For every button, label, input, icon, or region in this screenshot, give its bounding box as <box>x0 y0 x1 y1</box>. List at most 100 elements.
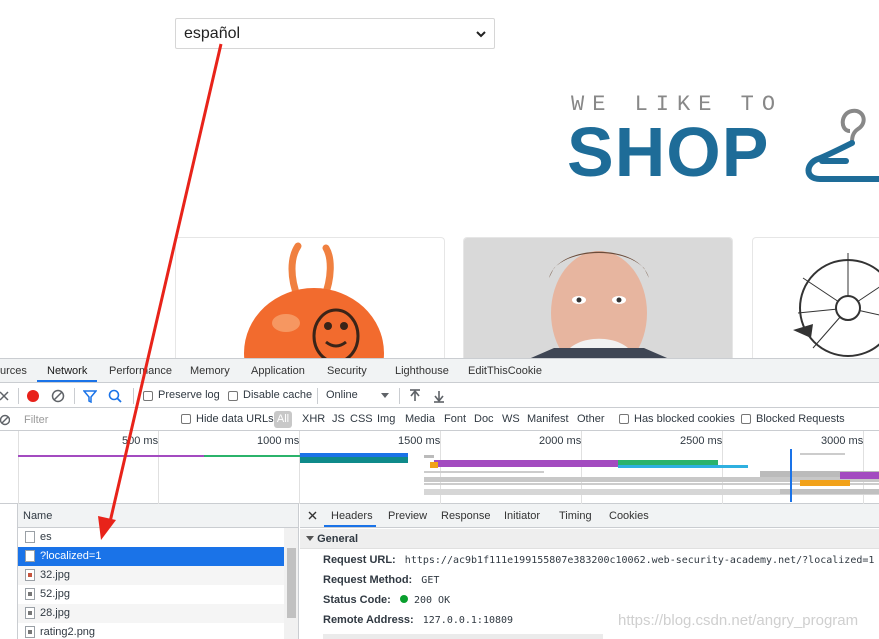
devtools-tabbar: urces Network Performance Memory Applica… <box>0 359 879 383</box>
search-icon[interactable] <box>108 389 122 403</box>
request-list-scrollbar[interactable] <box>284 528 298 639</box>
filter-type-font[interactable]: Font <box>444 413 466 425</box>
request-row[interactable]: 32.jpg <box>18 566 284 585</box>
tab-memory[interactable]: Memory <box>190 365 230 377</box>
remote-address-row: Remote Address: 127.0.0.1:10809 <box>323 614 513 626</box>
request-url-value: https://ac9b1f111e199155807e383200c10062… <box>404 555 875 566</box>
remote-address-value: 127.0.0.1:10809 <box>422 615 514 626</box>
man-eating-image <box>464 238 732 360</box>
detail-tabbar: Headers Preview Response Initiator Timin… <box>300 504 879 528</box>
dropdown-arrow-icon[interactable] <box>381 393 389 399</box>
logo-wordmark: SHOP <box>567 113 770 191</box>
filter-type-media[interactable]: Media <box>405 413 435 425</box>
hanger-logo-icon <box>805 108 879 182</box>
toolbar-divider <box>317 388 318 404</box>
toolbar-divider <box>133 388 134 404</box>
filter-type-xhr[interactable]: XHR <box>302 413 325 425</box>
name-column-header[interactable]: Name <box>18 504 298 528</box>
tab-lighthouse[interactable]: Lighthouse <box>395 365 449 377</box>
image-icon <box>25 607 35 619</box>
active-detail-tab-indicator <box>324 525 376 527</box>
scrollbar-thumb[interactable] <box>287 548 296 618</box>
product-card-space-hopper[interactable] <box>175 237 445 360</box>
status-code-value: 200 OK <box>413 595 451 606</box>
file-icon <box>25 531 35 543</box>
filter-type-ws[interactable]: WS <box>502 413 520 425</box>
sketch-illustration-image <box>793 253 879 357</box>
filter-type-manifest[interactable]: Manifest <box>527 413 569 425</box>
tab-initiator[interactable]: Initiator <box>504 510 540 522</box>
request-row[interactable]: 28.jpg <box>18 604 284 623</box>
language-select-value: español <box>184 24 241 42</box>
network-toolbar: Preserve log Disable cache Online <box>0 384 879 408</box>
has-blocked-cookies-label: Has blocked cookies <box>634 413 735 425</box>
disable-cache-checkbox[interactable] <box>228 391 238 401</box>
blocked-requests-label: Blocked Requests <box>756 413 845 425</box>
has-blocked-cookies-checkbox[interactable] <box>619 414 629 424</box>
toolbar-divider <box>399 388 400 404</box>
request-name: es <box>40 531 52 543</box>
toolbar-divider <box>18 388 19 404</box>
request-name: ?localized=1 <box>40 550 102 562</box>
general-section-label: General <box>317 533 359 545</box>
watermark: https://blog.csdn.net/angry_program <box>618 612 859 629</box>
filter-type-js[interactable]: JS <box>332 413 345 425</box>
request-row[interactable]: es <box>18 528 284 547</box>
tab-timing[interactable]: Timing <box>559 510 592 522</box>
filter-input[interactable]: Filter <box>19 411 169 428</box>
status-code-label: Status Code: <box>323 594 391 606</box>
overview-waterfall-bars <box>18 449 879 502</box>
preserve-log-checkbox[interactable] <box>143 391 153 401</box>
toolbar-divider <box>74 388 75 404</box>
general-section-header[interactable]: General <box>300 529 879 549</box>
block-icon[interactable] <box>0 414 10 426</box>
network-filterbar: Filter Hide data URLs All XHR JS CSS Img… <box>0 408 879 431</box>
image-icon <box>25 588 35 600</box>
tab-editthiscookie[interactable]: EditThisCookie <box>468 365 542 377</box>
tab-performance[interactable]: Performance <box>109 365 172 377</box>
tab-preview[interactable]: Preview <box>388 510 427 522</box>
status-ok-icon <box>399 595 408 603</box>
filter-type-other[interactable]: Other <box>577 413 605 425</box>
tab-security[interactable]: Security <box>327 365 367 377</box>
hide-data-urls-checkbox[interactable] <box>181 414 191 424</box>
tab-response[interactable]: Response <box>441 510 491 522</box>
chevron-down-icon <box>476 31 486 38</box>
tab-sources[interactable]: urces <box>0 365 27 377</box>
request-url-row: Request URL: https://ac9b1f111e199155807… <box>323 554 874 566</box>
triangle-down-icon <box>306 536 314 541</box>
language-select[interactable]: español <box>175 18 495 49</box>
filter-type-doc[interactable]: Doc <box>474 413 494 425</box>
preserve-log-label: Preserve log <box>158 389 220 401</box>
request-method-value: GET <box>421 575 440 586</box>
request-row-selected[interactable]: ?localized=1 <box>18 547 284 566</box>
filter-type-all[interactable]: All <box>274 411 292 428</box>
export-har-icon[interactable] <box>433 389 445 403</box>
hide-data-urls-label: Hide data URLs <box>196 413 274 425</box>
throttling-select[interactable]: Online <box>326 389 358 401</box>
close-icon[interactable] <box>308 511 317 520</box>
clear-icon[interactable] <box>51 389 65 403</box>
network-overview-timeline[interactable]: 500 ms 1000 ms 1500 ms 2000 ms 2500 ms 3… <box>0 431 879 504</box>
tab-cookies[interactable]: Cookies <box>609 510 649 522</box>
filter-type-img[interactable]: Img <box>377 413 395 425</box>
filter-icon[interactable] <box>83 389 97 403</box>
request-name: rating2.png <box>40 626 96 638</box>
tab-headers[interactable]: Headers <box>331 510 373 522</box>
disable-cache-label: Disable cache <box>243 389 313 401</box>
close-icon[interactable] <box>0 390 10 402</box>
request-name: 52.jpg <box>40 588 70 600</box>
request-url-label: Request URL: <box>323 554 396 566</box>
request-row[interactable]: rating2.png <box>18 623 284 639</box>
tab-application[interactable]: Application <box>251 365 305 377</box>
product-card-man-eating[interactable] <box>463 237 733 360</box>
truncated-header-row <box>323 634 603 639</box>
blocked-requests-checkbox[interactable] <box>741 414 751 424</box>
record-icon[interactable] <box>26 389 40 403</box>
import-har-icon[interactable] <box>409 389 421 403</box>
filter-type-css[interactable]: CSS <box>350 413 373 425</box>
tab-network[interactable]: Network <box>47 365 87 377</box>
remote-address-label: Remote Address: <box>323 614 414 626</box>
product-card-illustration[interactable] <box>752 237 879 360</box>
request-row[interactable]: 52.jpg <box>18 585 284 604</box>
